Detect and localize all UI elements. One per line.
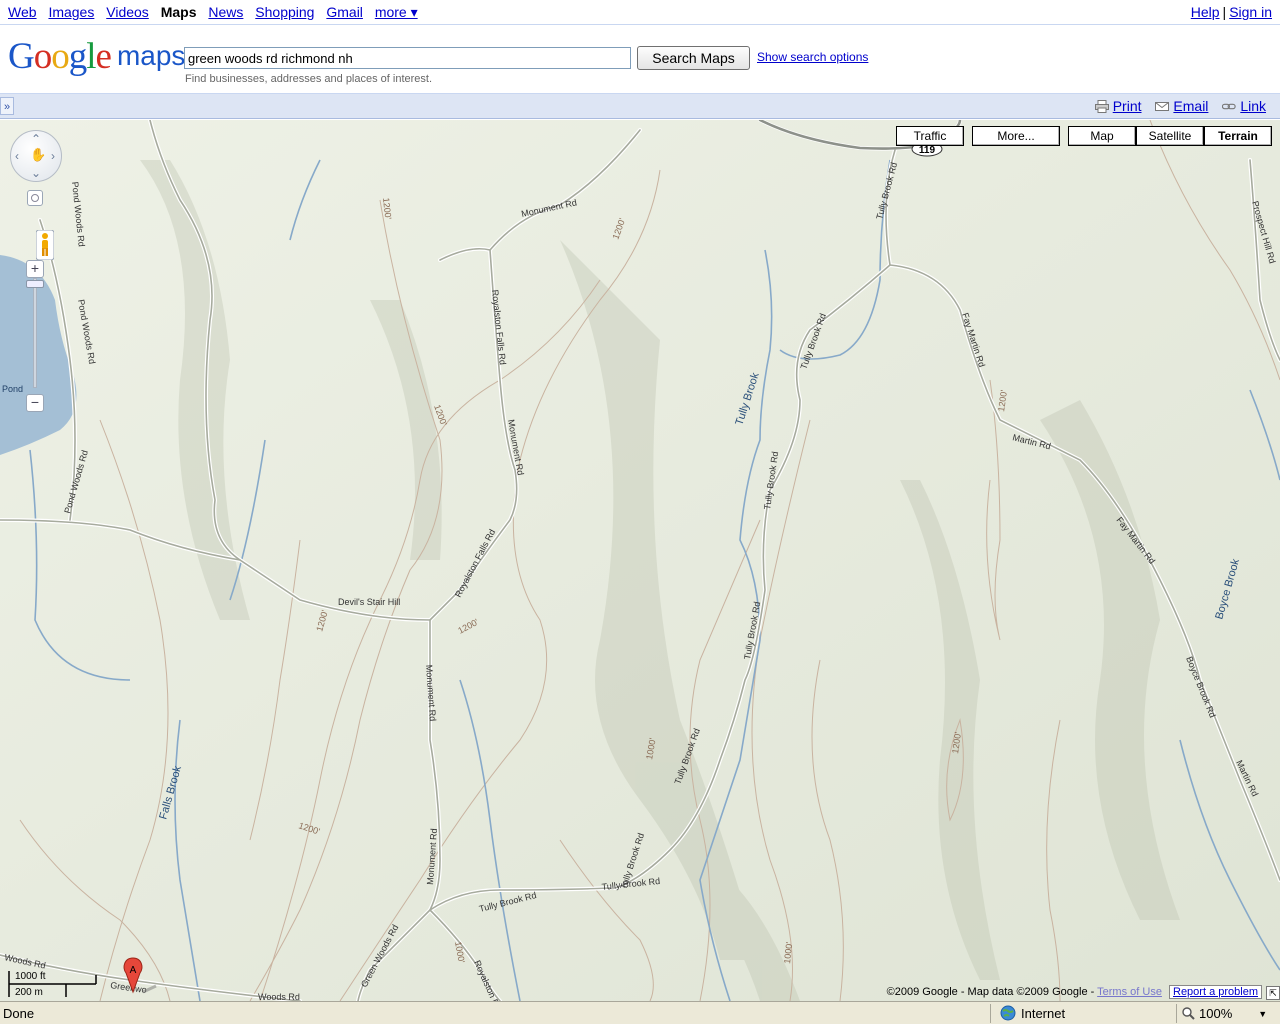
label-woods-rd: Woods Rd — [258, 992, 300, 1001]
nav-link-shopping[interactable]: Shopping — [255, 4, 314, 20]
hand-icon: ✋ — [30, 147, 47, 162]
magnifier-icon — [1182, 1007, 1195, 1020]
map-type-terrain-button[interactable]: Terrain — [1204, 126, 1272, 146]
top-nav: Web Images Videos Maps News Shopping Gma… — [0, 0, 1280, 25]
circle-icon — [31, 194, 39, 202]
map-canvas: 119 Monument Rd Royalston Falls Rd Monum… — [0, 120, 1280, 1001]
pan-control[interactable]: ⌃ ⌄ ‹ › ✋ — [10, 130, 62, 182]
scale-feet: 1000 ft — [15, 971, 46, 982]
terms-of-use-link[interactable]: Terms of Use — [1097, 986, 1162, 998]
email-link[interactable]: Email — [1173, 98, 1208, 114]
collapse-panel-button[interactable]: » — [0, 97, 14, 115]
street-view-pegman-icon[interactable] — [36, 230, 54, 260]
status-text: Done — [3, 1006, 35, 1021]
scale-bar: 1000 ft 200 m — [8, 971, 108, 1001]
navigation-control: ⌃ ⌄ ‹ › ✋ + − — [10, 130, 62, 420]
report-problem-link[interactable]: Report a problem — [1169, 985, 1262, 999]
globe-icon — [1000, 1005, 1016, 1021]
search-header: Googlemaps Search Maps Show search optio… — [0, 26, 1280, 92]
print-link[interactable]: Print — [1113, 98, 1142, 114]
zoom-thumb[interactable] — [26, 280, 44, 288]
google-maps-logo[interactable]: Google maps — [8, 36, 186, 77]
route-number: 119 — [919, 145, 936, 156]
nav-link-more[interactable]: more ▾ — [375, 4, 418, 20]
label-devils-stair-hill: Devil's Stair Hill — [338, 597, 400, 607]
reset-view-button[interactable] — [27, 190, 43, 206]
zoom-slider[interactable]: + − — [26, 260, 44, 412]
copyright-text: ©2009 Google - Map data ©2009 Google - — [886, 986, 1095, 998]
scale-meters: 200 m — [15, 987, 43, 998]
zoom-out-button[interactable]: − — [26, 394, 44, 412]
chain-link-icon — [1222, 103, 1237, 109]
map-copyright: ©2009 Google - Map data ©2009 Google - T… — [886, 985, 1262, 999]
marker-letter: A — [130, 965, 137, 976]
nav-separator: | — [1222, 4, 1227, 20]
search-hint: Find businesses, addresses and places of… — [185, 73, 433, 85]
pan-up-icon[interactable]: ⌃ — [31, 133, 41, 145]
security-zone-label: Internet — [1021, 1005, 1066, 1021]
terrain-map[interactable]: 119 Monument Rd Royalston Falls Rd Monum… — [0, 120, 1280, 1001]
printer-icon — [1094, 99, 1109, 113]
status-divider — [990, 1004, 991, 1023]
overview-toggle-icon[interactable]: ⇱ — [1266, 986, 1280, 1000]
nav-link-news[interactable]: News — [208, 4, 243, 20]
browser-status-bar: Done Internet 100% ▼ — [0, 1001, 1280, 1024]
security-zone: Internet — [1000, 1005, 1065, 1021]
help-link[interactable]: Help — [1191, 4, 1220, 20]
pan-right-icon[interactable]: › — [51, 150, 55, 162]
show-search-options-link[interactable]: Show search options — [757, 50, 868, 64]
nav-link-web[interactable]: Web — [8, 4, 37, 20]
link-link[interactable]: Link — [1240, 98, 1266, 114]
nav-link-images[interactable]: Images — [48, 4, 94, 20]
logo-maps-text: maps — [116, 40, 186, 71]
map-toolbar: » Print Email Link — [0, 93, 1280, 119]
envelope-icon — [1155, 101, 1170, 111]
more-layers-button[interactable]: More... — [972, 126, 1060, 146]
traffic-button[interactable]: Traffic — [896, 126, 964, 146]
zoom-in-button[interactable]: + — [26, 260, 44, 278]
map-type-satellite-button[interactable]: Satellite — [1136, 126, 1204, 146]
search-input[interactable] — [184, 47, 631, 69]
search-maps-button[interactable]: Search Maps — [637, 46, 750, 70]
sign-in-link[interactable]: Sign in — [1229, 4, 1272, 20]
zoom-track[interactable] — [33, 278, 37, 388]
map-type-map-button[interactable]: Map — [1068, 126, 1136, 146]
pan-down-icon[interactable]: ⌄ — [31, 167, 41, 179]
status-divider — [1176, 1004, 1177, 1023]
nav-link-videos[interactable]: Videos — [106, 4, 149, 20]
nav-link-maps: Maps — [160, 4, 197, 20]
pan-left-icon[interactable]: ‹ — [15, 150, 19, 162]
zoom-dropdown-icon[interactable]: ▼ — [1258, 1009, 1267, 1019]
zoom-level-value: 100% — [1199, 1006, 1233, 1021]
zoom-level-control[interactable]: 100% ▼ — [1182, 1006, 1267, 1021]
nav-link-gmail[interactable]: Gmail — [326, 4, 363, 20]
